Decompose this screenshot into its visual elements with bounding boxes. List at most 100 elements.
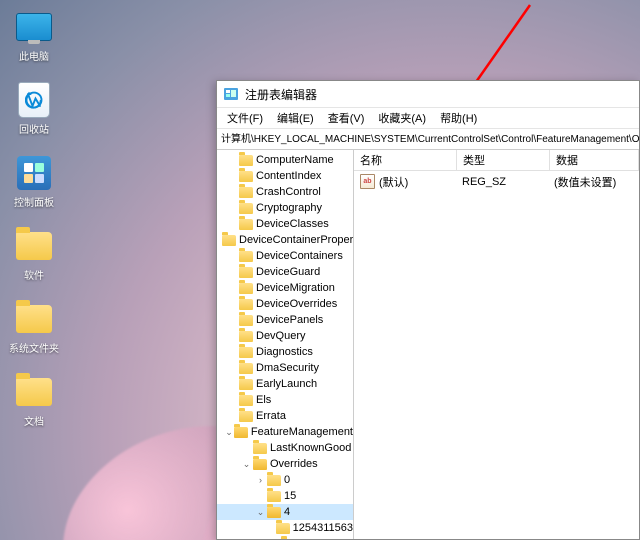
tree-node[interactable]: ⌄4: [217, 504, 353, 520]
twisty-placeholder: [227, 155, 238, 166]
value-type: REG_SZ: [456, 176, 548, 188]
menu-file[interactable]: 文件(F): [221, 109, 269, 127]
tree-node-label: DmaSecurity: [256, 362, 319, 374]
tree-node[interactable]: DeviceContainers: [217, 248, 353, 264]
desktop-icon-folder[interactable]: 系统文件夹: [8, 300, 60, 355]
values-list[interactable]: ab(默认) REG_SZ (数值未设置): [354, 171, 639, 539]
tree-node-label: FeatureManagement: [251, 426, 353, 438]
icon-label: 控制面板: [14, 194, 54, 209]
col-data[interactable]: 数据: [550, 150, 639, 170]
address-bar[interactable]: 计算机\HKEY_LOCAL_MACHINE\SYSTEM\CurrentCon…: [217, 129, 639, 150]
twisty-placeholder: [227, 251, 238, 262]
folder-icon: [267, 491, 281, 502]
folder-icon: [239, 411, 253, 422]
menu-edit[interactable]: 编辑(E): [271, 109, 320, 127]
folder-icon: [239, 331, 253, 342]
tree-node[interactable]: DeviceContainerPropertyUpda: [217, 232, 353, 248]
menu-favorites[interactable]: 收藏夹(A): [372, 109, 432, 127]
twisty-placeholder: [255, 491, 266, 502]
tree-node[interactable]: ContentIndex: [217, 168, 353, 184]
collapse-icon[interactable]: ⌄: [255, 507, 266, 518]
tree-node[interactable]: CrashControl: [217, 184, 353, 200]
tree-node[interactable]: EarlyLaunch: [217, 376, 353, 392]
folder-icon: [16, 378, 52, 406]
tree-node[interactable]: 215754378: [217, 536, 353, 539]
icon-label: 文档: [24, 413, 44, 428]
tree-node[interactable]: DevicePanels: [217, 312, 353, 328]
tree-node-label: 215754378: [298, 538, 353, 539]
tree-node[interactable]: DeviceOverrides: [217, 296, 353, 312]
value-data: (数值未设置): [548, 174, 639, 190]
tree-node-label: 15: [284, 490, 296, 502]
tree-node-label: Cryptography: [256, 202, 322, 214]
desktop-icon-computer[interactable]: 此电脑: [8, 8, 60, 63]
collapse-icon[interactable]: ⌄: [241, 459, 252, 470]
twisty-placeholder: [269, 539, 280, 540]
tree-view[interactable]: ComputerName ContentIndexCrashControl Cryp…: [217, 150, 354, 539]
folder-icon: [222, 235, 236, 246]
string-value-icon: ab: [360, 174, 375, 189]
col-name[interactable]: 名称: [354, 150, 457, 170]
col-type[interactable]: 类型: [457, 150, 550, 170]
tree-node[interactable]: Cryptography: [217, 200, 353, 216]
tree-node[interactable]: 1254311563: [217, 520, 353, 536]
desktop-icon-folder[interactable]: 软件: [8, 227, 60, 282]
tree-node[interactable]: DeviceMigration: [217, 280, 353, 296]
tree-node-label: 0: [284, 474, 290, 486]
value-row[interactable]: ab(默认) REG_SZ (数值未设置): [354, 173, 639, 190]
tree-node-label: DevQuery: [256, 330, 306, 342]
expand-icon[interactable]: ›: [255, 475, 266, 486]
menu-view[interactable]: 查看(V): [322, 109, 371, 127]
tree-node-label: Overrides: [270, 458, 318, 470]
tree-node-label: ComputerName: [256, 154, 334, 166]
tree-node[interactable]: DeviceClasses: [217, 216, 353, 232]
recycle-bin-icon: [18, 82, 50, 118]
tree-node[interactable]: ⌄ Overrides: [217, 456, 353, 472]
tree-node[interactable]: DmaSecurity: [217, 360, 353, 376]
tree-node[interactable]: DevQuery: [217, 328, 353, 344]
column-headers: 名称 类型 数据: [354, 150, 639, 171]
twisty-placeholder: [227, 299, 238, 310]
tree-node-label: Diagnostics: [256, 346, 313, 358]
tree-node-label: DeviceContainerPropertyUpda: [239, 234, 354, 246]
tree-node-label: EarlyLaunch: [256, 378, 317, 390]
tree-node-label: Errata: [256, 410, 286, 422]
tree-node[interactable]: Errata: [217, 408, 353, 424]
icon-label: 回收站: [19, 121, 49, 136]
twisty-placeholder: [227, 347, 238, 358]
tree-node[interactable]: DeviceGuard: [217, 264, 353, 280]
icon-label: 软件: [24, 267, 44, 282]
tree-node[interactable]: ComputerName: [217, 152, 353, 168]
folder-icon: [234, 427, 248, 438]
desktop-icon-folder[interactable]: 文档: [8, 373, 60, 428]
computer-icon: [16, 13, 52, 41]
folder-icon: [281, 539, 295, 540]
twisty-placeholder: [241, 443, 252, 454]
tree-node[interactable]: ⌄ FeatureManagement: [217, 424, 353, 440]
folder-icon: [239, 283, 253, 294]
titlebar[interactable]: 注册表编辑器: [217, 81, 639, 108]
desktop-icon-recycle[interactable]: 回收站: [8, 81, 60, 136]
twisty-placeholder: [227, 331, 238, 342]
collapse-icon[interactable]: ⌄: [225, 427, 233, 438]
tree-node[interactable]: Diagnostics: [217, 344, 353, 360]
folder-icon: [239, 363, 253, 374]
tree-node[interactable]: 15: [217, 488, 353, 504]
tree-node-label: DeviceContainers: [256, 250, 343, 262]
folder-icon: [239, 267, 253, 278]
twisty-placeholder: [227, 171, 238, 182]
tree-node[interactable]: ›0: [217, 472, 353, 488]
tree-node-label: DeviceClasses: [256, 218, 329, 230]
tree-node[interactable]: LastKnownGood: [217, 440, 353, 456]
folder-icon: [267, 507, 281, 518]
regedit-window: 注册表编辑器 文件(F) 编辑(E) 查看(V) 收藏夹(A) 帮助(H) 计算…: [216, 80, 640, 540]
folder-icon: [239, 315, 253, 326]
tree-node[interactable]: Els: [217, 392, 353, 408]
desktop-icon-control[interactable]: 控制面板: [8, 154, 60, 209]
menu-help[interactable]: 帮助(H): [434, 109, 483, 127]
folder-icon: [239, 379, 253, 390]
folder-icon: [239, 347, 253, 358]
twisty-placeholder: [265, 523, 275, 534]
folder-icon: [253, 459, 267, 470]
desktop-icons: 此电脑 回收站 控制面板 软件 系统文件夹 文档: [8, 8, 60, 428]
